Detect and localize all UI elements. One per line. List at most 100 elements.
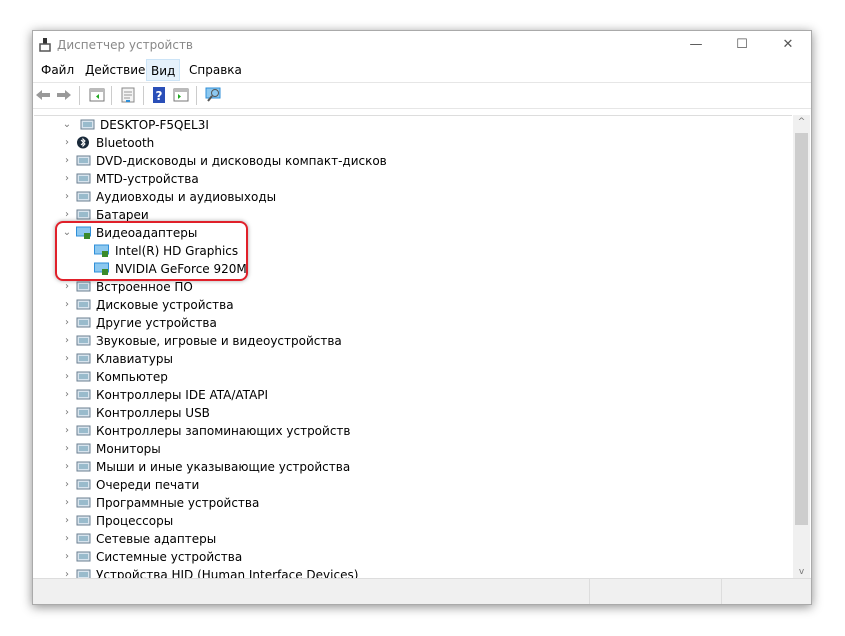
tree-item[interactable]: › MTD-устройства <box>34 170 774 188</box>
chevron-down-icon[interactable]: ⌄ <box>62 224 72 242</box>
scan-hardware-icon[interactable] <box>205 87 221 103</box>
printer-icon <box>76 479 91 490</box>
tree-item-label: Видеоадаптеры <box>96 226 198 240</box>
chevron-right-icon[interactable]: › <box>62 332 72 350</box>
tree-item[interactable]: ⌄ DESKTOP-F5QEL3I <box>34 116 774 134</box>
tree-item[interactable]: › Компьютер <box>34 368 774 386</box>
chevron-right-icon[interactable]: › <box>62 134 72 152</box>
chevron-right-icon[interactable]: › <box>62 530 72 548</box>
chevron-right-icon[interactable]: › <box>62 314 72 332</box>
tree-item-label: DVD-дисководы и дисководы компакт-дисков <box>96 154 387 168</box>
chevron-right-icon[interactable]: › <box>62 152 72 170</box>
tree-item-label: Системные устройства <box>96 550 243 564</box>
display-adapter-icon <box>94 244 109 257</box>
chevron-right-icon[interactable]: › <box>62 458 72 476</box>
tree-item[interactable]: › Клавиатуры <box>34 350 774 368</box>
battery-icon <box>76 209 91 220</box>
tree-item[interactable]: › Контроллеры IDE ATA/ATAPI <box>34 386 774 404</box>
action-pane-icon[interactable] <box>173 87 189 103</box>
menu-bar: Файл Действие Вид Справка <box>33 59 811 81</box>
status-divider <box>721 579 722 604</box>
scroll-down-arrow[interactable]: v <box>793 567 810 577</box>
tree-item[interactable]: Intel(R) HD Graphics <box>34 242 774 260</box>
back-icon[interactable] <box>35 87 51 103</box>
tree-item-label: Сетевые адаптеры <box>96 532 217 546</box>
tree-item-label: Дисковые устройства <box>96 298 234 312</box>
tree-item[interactable]: › Аудиовходы и аудиовыходы <box>34 188 774 206</box>
other-devices-icon <box>76 317 91 328</box>
display-adapter-icon <box>94 262 109 275</box>
tree-item-label: Контроллеры IDE ATA/ATAPI <box>96 388 269 402</box>
tree-item-label: Компьютер <box>96 370 168 384</box>
tree-item[interactable]: ⌄ Видеоадаптеры <box>34 224 774 242</box>
maximize-button[interactable]: ☐ <box>719 31 765 59</box>
properties-icon[interactable] <box>120 87 136 103</box>
tree-item[interactable]: › Другие устройства <box>34 314 774 332</box>
tree-child-label: Intel(R) HD Graphics <box>115 244 239 258</box>
menu-file[interactable]: Файл <box>37 59 78 81</box>
tree-item[interactable]: › DVD-дисководы и дисководы компакт-диско… <box>34 152 774 170</box>
chevron-right-icon[interactable]: › <box>62 350 72 368</box>
chevron-right-icon[interactable]: › <box>62 404 72 422</box>
chevron-right-icon[interactable]: › <box>62 494 72 512</box>
tree-item-label: Звуковые, игровые и видеоустройства <box>96 334 342 348</box>
tree-item[interactable]: › Звуковые, игровые и видеоустройства <box>34 332 774 350</box>
toolbar-separator <box>196 86 197 105</box>
tree-item[interactable]: › Контроллеры USB <box>34 404 774 422</box>
tree-item[interactable]: › Сетевые адаптеры <box>34 530 774 548</box>
storage-icon <box>76 425 91 436</box>
chevron-right-icon[interactable]: › <box>62 188 72 206</box>
window-title: Диспетчер устройств <box>57 38 194 52</box>
tree-item[interactable]: › Программные устройства <box>34 494 774 512</box>
tree-item[interactable]: › Встроенное ПО <box>34 278 774 296</box>
chevron-down-icon[interactable]: ⌄ <box>62 116 72 134</box>
close-button[interactable]: ✕ <box>765 31 811 59</box>
menu-view[interactable]: Вид <box>146 59 181 81</box>
keyboard-icon <box>76 353 91 364</box>
menu-help[interactable]: Справка <box>185 59 246 81</box>
tree-item[interactable]: › Дисковые устройства <box>34 296 774 314</box>
disk-icon <box>76 299 91 310</box>
tree-item-label: MTD-устройства <box>96 172 199 186</box>
scrollbar-thumb[interactable] <box>795 133 808 525</box>
help-icon[interactable]: ? <box>151 87 167 103</box>
chevron-right-icon[interactable]: › <box>62 440 72 458</box>
chevron-right-icon[interactable]: › <box>62 206 72 224</box>
chevron-right-icon[interactable]: › <box>62 422 72 440</box>
audio-icon <box>76 191 91 202</box>
tree-item[interactable]: › Мыши и иные указывающие устройства <box>34 458 774 476</box>
scroll-up-arrow[interactable]: ^ <box>793 117 810 127</box>
chevron-right-icon[interactable]: › <box>62 512 72 530</box>
tree-root-label: DESKTOP-F5QEL3I <box>100 118 209 132</box>
tree-item-label: Встроенное ПО <box>96 280 193 294</box>
tree-item-label: Мониторы <box>96 442 161 456</box>
vertical-scrollbar[interactable]: ^ v <box>793 115 810 579</box>
forward-icon[interactable] <box>56 87 72 103</box>
computer-icon <box>80 119 95 130</box>
chevron-right-icon[interactable]: › <box>62 368 72 386</box>
chevron-right-icon[interactable]: › <box>62 548 72 566</box>
tree-item[interactable]: › Системные устройства <box>34 548 774 566</box>
tree-item[interactable]: NVIDIA GeForce 920M <box>34 260 774 278</box>
status-bar <box>33 578 811 604</box>
tree-item[interactable]: › Мониторы <box>34 440 774 458</box>
chevron-right-icon[interactable]: › <box>62 170 72 188</box>
chevron-right-icon[interactable]: › <box>62 296 72 314</box>
menu-action[interactable]: Действие <box>81 59 149 81</box>
network-icon <box>76 533 91 544</box>
tree-item[interactable]: › Процессоры <box>34 512 774 530</box>
toolbar-separator <box>143 86 144 105</box>
tree-item[interactable]: › Батареи <box>34 206 774 224</box>
svg-text:?: ? <box>156 89 163 103</box>
chevron-right-icon[interactable]: › <box>62 386 72 404</box>
tree-item-label: Процессоры <box>96 514 174 528</box>
minimize-button[interactable]: — <box>673 31 719 59</box>
tree-item[interactable]: › Bluetooth <box>34 134 774 152</box>
tree-item-label: Bluetooth <box>96 136 155 150</box>
tree-item-label: Батареи <box>96 208 149 222</box>
show-hide-console-tree-icon[interactable] <box>89 87 105 103</box>
tree-item[interactable]: › Контроллеры запоминающих устройств <box>34 422 774 440</box>
chevron-right-icon[interactable]: › <box>62 278 72 296</box>
tree-item[interactable]: › Очереди печати <box>34 476 774 494</box>
chevron-right-icon[interactable]: › <box>62 476 72 494</box>
